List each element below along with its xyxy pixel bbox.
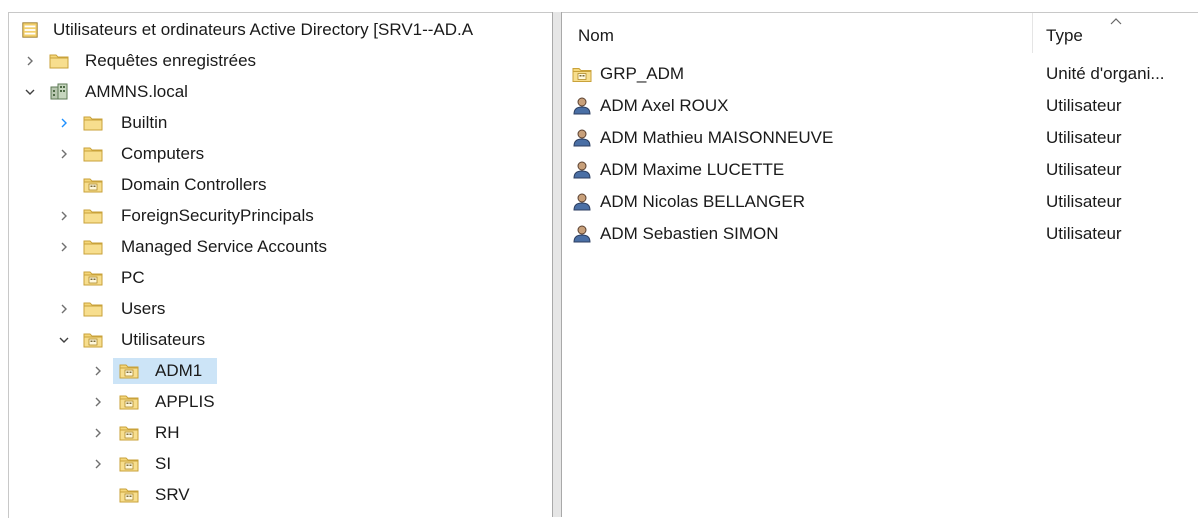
ou-folder-icon [119, 424, 139, 441]
tree-item-label: Managed Service Accounts [121, 237, 328, 256]
chevron-down-icon[interactable] [57, 327, 71, 353]
pane-splitter[interactable] [552, 12, 562, 517]
user-icon [572, 193, 592, 211]
column-header-type[interactable]: Type [1046, 13, 1083, 53]
chevron-right-icon[interactable] [91, 420, 105, 446]
tree-item-label: PC [121, 268, 145, 287]
tree-item-label: SRV [155, 485, 190, 504]
list-item[interactable]: ADM Sebastien SIMON Utilisateur [562, 219, 1198, 249]
chevron-right-icon[interactable] [91, 451, 105, 477]
tree-item-label: ForeignSecurityPrincipals [121, 206, 314, 225]
ou-folder-icon [119, 455, 139, 472]
list-item-type: Utilisateur [1046, 128, 1122, 147]
details-list: Nom Type GRP_ADM Unité d'organi... ADM A… [562, 12, 1198, 518]
sort-ascending-icon [1110, 13, 1122, 28]
chevron-right-icon[interactable] [57, 203, 71, 229]
list-item[interactable]: ADM Axel ROUX Utilisateur [562, 91, 1198, 121]
list-item[interactable]: ADM Nicolas BELLANGER Utilisateur [562, 187, 1198, 217]
folder-icon [83, 300, 103, 317]
tree-item-label: APPLIS [155, 392, 215, 411]
console-tree: Utilisateurs et ordinateurs Active Direc… [8, 12, 553, 518]
tree-item-label: Requêtes enregistrées [85, 51, 257, 70]
tree-item-label: Builtin [121, 113, 168, 132]
chevron-right-icon[interactable] [57, 141, 71, 167]
user-icon [572, 97, 592, 115]
tree-item-label: Users [121, 299, 166, 318]
list-item-name: ADM Axel ROUX [600, 96, 729, 115]
tree-item-label: Utilisateurs [121, 330, 206, 349]
tree-item-label: RH [155, 423, 180, 442]
tree-item-label: ADM1 [155, 361, 203, 380]
folder-icon [83, 114, 103, 131]
chevron-right-icon[interactable] [57, 110, 71, 136]
list-item-type: Utilisateur [1046, 96, 1122, 115]
chevron-right-icon[interactable] [23, 48, 37, 74]
ou-folder-icon [572, 65, 592, 83]
chevron-right-icon[interactable] [57, 296, 71, 322]
list-item-name: ADM Mathieu MAISONNEUVE [600, 128, 834, 147]
user-icon [572, 225, 592, 243]
tree-item-label: SI [155, 454, 172, 473]
list-item-name: ADM Maxime LUCETTE [600, 160, 785, 179]
user-icon [572, 129, 592, 147]
ou-folder-icon [119, 486, 139, 503]
list-item-name: GRP_ADM [600, 64, 685, 83]
column-header-name[interactable]: Nom [578, 13, 614, 53]
tree-root-label: Utilisateurs et ordinateurs Active Direc… [53, 20, 474, 39]
ou-folder-icon [83, 176, 103, 193]
user-icon [572, 161, 592, 179]
folder-icon [49, 52, 69, 69]
list-item[interactable]: GRP_ADM Unité d'organi... [562, 59, 1198, 89]
chevron-right-icon[interactable] [57, 234, 71, 260]
ou-folder-icon [119, 362, 139, 379]
folder-icon [83, 145, 103, 162]
tree-item-label: Domain Controllers [121, 175, 267, 194]
list-item-type: Utilisateur [1046, 160, 1122, 179]
domain-icon [49, 83, 69, 100]
list-item-name: ADM Sebastien SIMON [600, 224, 779, 243]
column-divider[interactable] [1032, 13, 1033, 53]
chevron-right-icon[interactable] [91, 358, 105, 384]
list-item-type: Unité d'organi... [1046, 64, 1165, 83]
ou-folder-icon [83, 331, 103, 348]
chevron-right-icon[interactable] [91, 389, 105, 415]
list-item-type: Utilisateur [1046, 192, 1122, 211]
list-item[interactable]: ADM Maxime LUCETTE Utilisateur [562, 155, 1198, 185]
chevron-down-icon[interactable] [23, 79, 37, 105]
ou-folder-icon [119, 393, 139, 410]
list-item-type: Utilisateur [1046, 224, 1122, 243]
aduc-root-icon [21, 20, 39, 40]
folder-icon [83, 238, 103, 255]
ou-folder-icon [83, 269, 103, 286]
list-item-name: ADM Nicolas BELLANGER [600, 192, 806, 211]
tree-item-label: Computers [121, 144, 205, 163]
tree-item-label: AMMNS.local [85, 82, 188, 101]
list-item[interactable]: ADM Mathieu MAISONNEUVE Utilisateur [562, 123, 1198, 153]
folder-icon [83, 207, 103, 224]
